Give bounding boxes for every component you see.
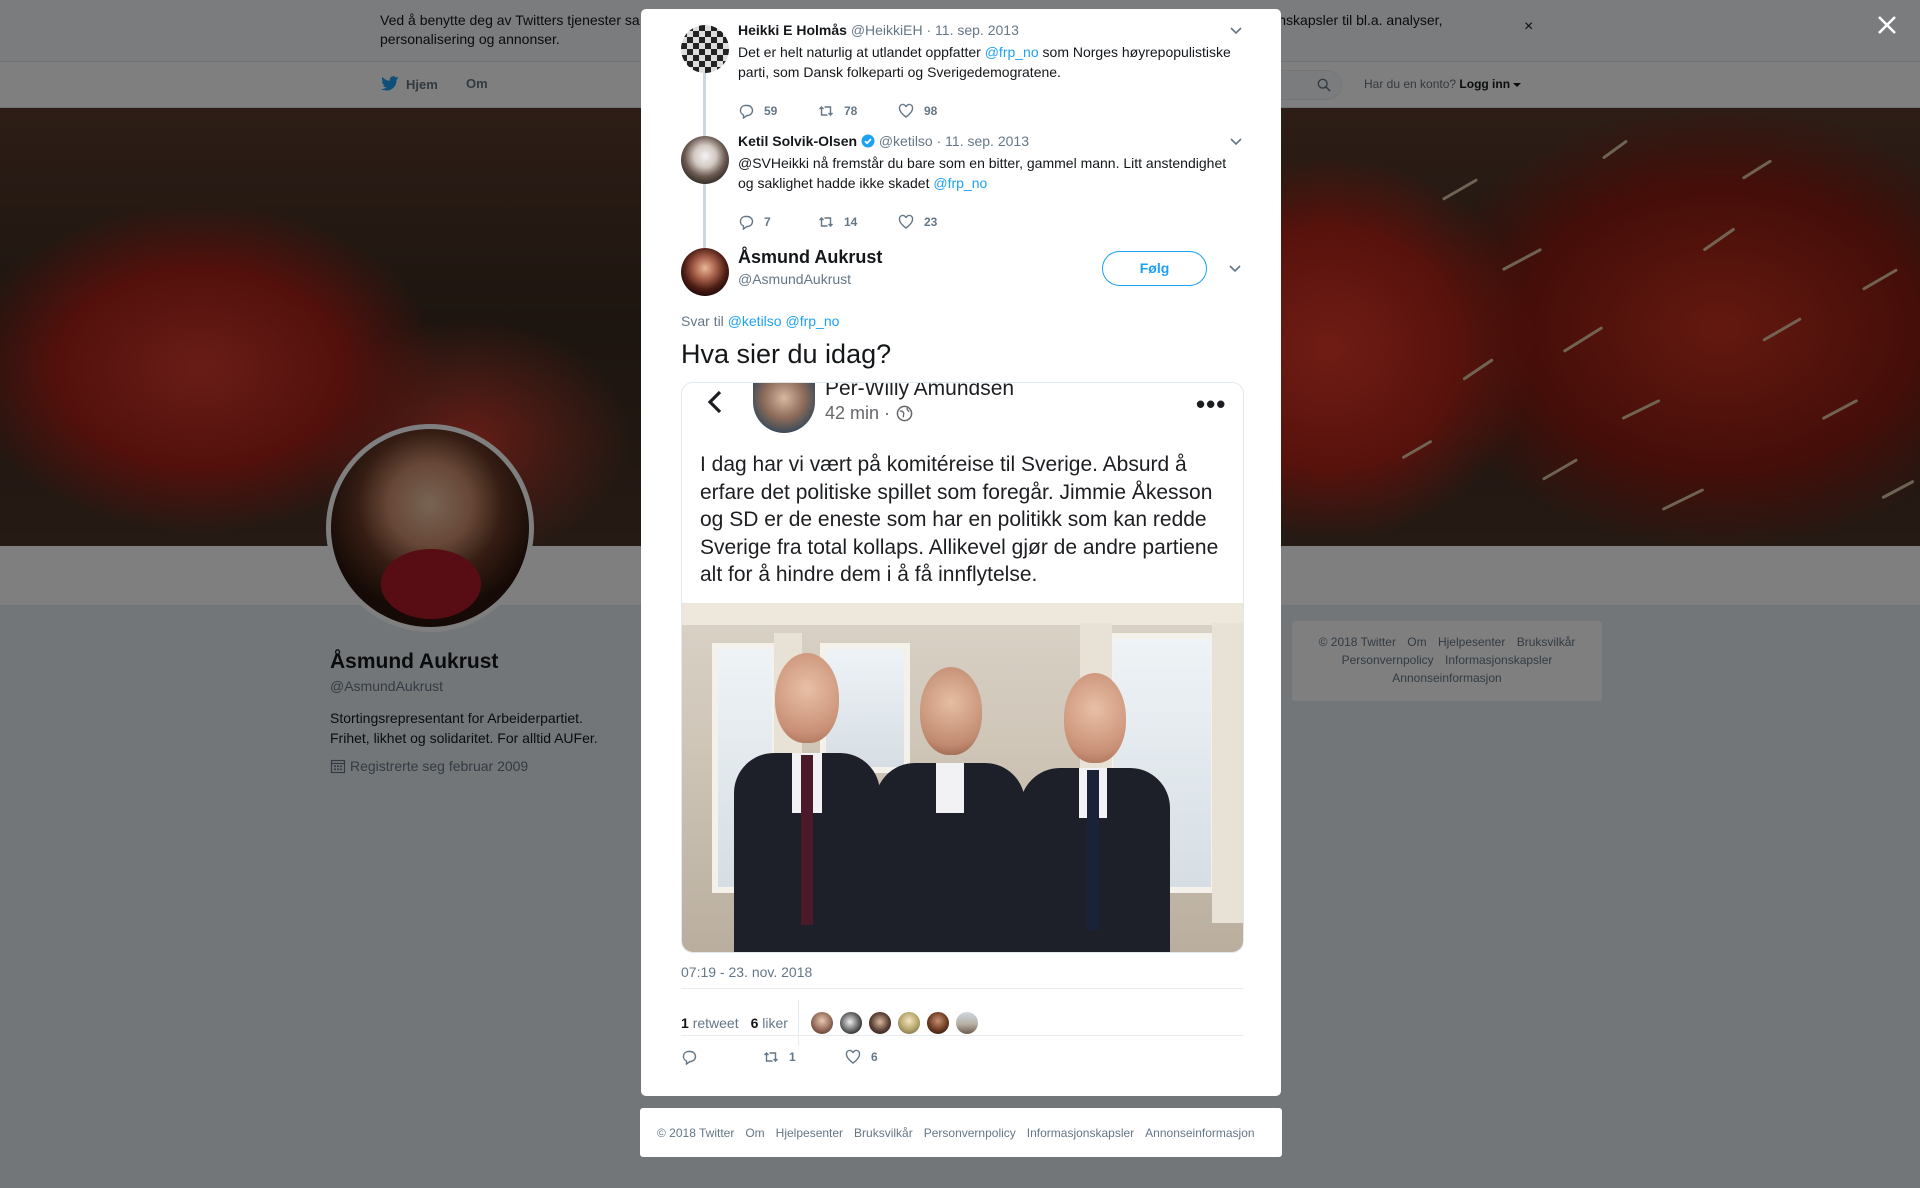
tweet-author-name[interactable]: Heikki E Holmås	[738, 22, 847, 38]
fb-post-text: I dag har vi vært på komitéreise til Sve…	[700, 453, 1219, 586]
divider	[681, 1035, 1244, 1036]
main-tweet-author-handle[interactable]: @AsmundAukrust	[738, 271, 851, 287]
modal-footer: © 2018 Twitter Om Hjelpesenter Bruksvilk…	[640, 1108, 1282, 1157]
verified-badge-icon	[861, 134, 875, 148]
like-button[interactable]: 98	[898, 103, 978, 119]
tweet-author-handle[interactable]: @ketilso	[879, 133, 933, 149]
more-options-icon: •••	[1196, 389, 1227, 419]
footer-copyright: © 2018 Twitter	[657, 1125, 735, 1140]
chevron-down-icon[interactable]	[1228, 264, 1242, 274]
thread-tweet[interactable]: Ketil Solvik-Olsen @ketilso · 11. sep. 2…	[681, 133, 1243, 243]
tweet-date[interactable]: · 11. sep. 2013	[927, 22, 1019, 38]
main-tweet-text: Hva sier du idag?	[681, 339, 892, 369]
divider	[797, 1000, 799, 1046]
like-button[interactable]: 6	[845, 1049, 927, 1065]
reply-count: 59	[764, 104, 778, 118]
fb-time-text: 42 min ·	[825, 403, 891, 423]
thread-tweet[interactable]: Heikki E Holmås @HeikkiEH · 11. sep. 201…	[681, 22, 1243, 132]
tweet-actions: 7 14 23	[738, 214, 978, 230]
follow-button[interactable]: Følg	[1102, 251, 1207, 286]
retweet-count: 1	[789, 1050, 796, 1064]
like-count: 6	[871, 1050, 878, 1064]
chevron-down-icon[interactable]	[1229, 26, 1243, 36]
avatar[interactable]	[681, 136, 729, 184]
fb-author-name: Per-Willy Amundsen	[825, 382, 1015, 400]
footer-link-about[interactable]: Om	[745, 1126, 764, 1140]
reply-to-label: Svar til	[681, 313, 724, 329]
avatar[interactable]	[925, 1011, 950, 1035]
likers-avatars	[809, 1011, 979, 1035]
avatar	[753, 383, 815, 433]
reply-button[interactable]: 59	[738, 103, 818, 119]
tweet-header: Heikki E Holmås @HeikkiEH · 11. sep. 201…	[738, 22, 1019, 38]
reply-icon	[682, 1050, 697, 1065]
mention-link[interactable]: @frp_no	[985, 44, 1039, 60]
footer-link-cookies[interactable]: Informasjonskapsler	[1027, 1126, 1134, 1140]
reply-count: 7	[764, 215, 771, 229]
like-count: 98	[924, 104, 938, 118]
avatar[interactable]	[954, 1011, 979, 1035]
like-button[interactable]: 23	[898, 214, 978, 230]
retweet-count: 78	[844, 104, 858, 118]
tweet-actions: 59 78 98	[738, 103, 978, 119]
reply-button[interactable]: 7	[738, 214, 818, 230]
tweet-header: Ketil Solvik-Olsen @ketilso · 11. sep. 2…	[738, 133, 1029, 149]
avatar[interactable]	[867, 1011, 892, 1035]
mention-link[interactable]: @frp_no	[933, 175, 987, 191]
tweet-timestamp[interactable]: 07:19 - 23. nov. 2018	[681, 964, 812, 980]
avatar[interactable]	[681, 25, 729, 73]
retweet-button[interactable]: 78	[818, 103, 898, 119]
avatar[interactable]	[809, 1011, 834, 1035]
reply-context: Svar til @ketilso @frp_no	[681, 313, 839, 329]
footer-link-privacy[interactable]: Personvernpolicy	[924, 1126, 1016, 1140]
retweet-stat[interactable]: 1 retweet	[681, 1015, 739, 1031]
retweet-icon	[819, 217, 833, 227]
avatar[interactable]	[896, 1011, 921, 1035]
footer-link-ads-info[interactable]: Annonseinformasjon	[1145, 1126, 1254, 1140]
heart-icon	[898, 103, 914, 118]
footer-link-help[interactable]: Hjelpesenter	[776, 1126, 843, 1140]
tweet-permalink-modal: Heikki E Holmås @HeikkiEH · 11. sep. 201…	[641, 9, 1281, 1096]
retweet-icon	[764, 1052, 778, 1062]
tweet-author-handle[interactable]: @HeikkiEH	[851, 22, 923, 38]
reply-icon	[739, 104, 754, 119]
retweet-icon	[819, 106, 833, 116]
fb-post-time: 42 min ·	[825, 403, 913, 424]
globe-icon	[896, 405, 913, 422]
heart-icon	[845, 1049, 861, 1064]
tweet-stats: 1 retweet 6 liker	[681, 1000, 1244, 1046]
main-tweet-author-name[interactable]: Åsmund Aukrust	[738, 247, 882, 268]
reply-button[interactable]	[681, 1049, 763, 1065]
facebook-post-screenshot: Per-Willy Amundsen 42 min · ••• I dag ha…	[682, 382, 1243, 603]
tweet-author-name[interactable]: Ketil Solvik-Olsen	[738, 133, 857, 149]
divider	[681, 988, 1244, 989]
mention-link[interactable]: @ketilso	[728, 313, 782, 329]
mention-link[interactable]: @frp_no	[785, 313, 839, 329]
tweet-media-image[interactable]: Per-Willy Amundsen 42 min · ••• I dag ha…	[681, 382, 1244, 953]
reply-icon	[739, 215, 754, 230]
like-count: 23	[924, 215, 938, 229]
tweet-date[interactable]: · 11. sep. 2013	[937, 133, 1029, 149]
retweet-button[interactable]: 14	[818, 214, 898, 230]
heart-icon	[898, 214, 914, 229]
avatar[interactable]	[681, 248, 729, 296]
tweet-text: @SVHeikki nå fremstår du bare som en bit…	[738, 155, 1227, 191]
chevron-down-icon[interactable]	[1229, 137, 1243, 147]
footer-link-terms[interactable]: Bruksvilkår	[854, 1126, 913, 1140]
retweet-button[interactable]: 1	[763, 1049, 845, 1065]
tweet-text: Det er helt naturlig at utlandet oppfatt…	[738, 44, 1231, 80]
retweet-count: 14	[844, 215, 858, 229]
back-arrow-icon	[707, 390, 722, 414]
main-tweet-actions: 1 6	[681, 1049, 927, 1065]
avatar[interactable]	[838, 1011, 863, 1035]
like-stat[interactable]: 6 liker	[751, 1015, 788, 1031]
close-icon[interactable]	[1872, 10, 1902, 40]
photo-three-men	[682, 603, 1243, 952]
